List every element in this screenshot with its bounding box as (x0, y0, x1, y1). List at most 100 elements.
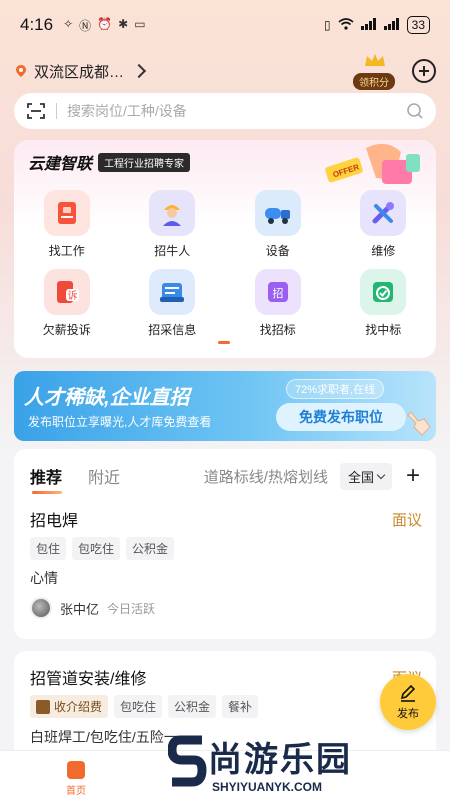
watermark-logo (168, 735, 207, 787)
service-grid: 找工作 招牛人 设备 维修 诉 欠薪投诉 招采信息 招 找招标 找中标 (14, 190, 436, 338)
job-tag-accent-label: 收介绍费 (54, 700, 103, 714)
brand-row: 云建智联 工程行业招聘专家 (28, 150, 191, 174)
job-title[interactable]: 招电焊 (30, 507, 78, 531)
service-equipment[interactable]: 设备 (225, 190, 331, 259)
chevron-down-icon (376, 470, 386, 479)
search-icon[interactable] (406, 102, 424, 120)
service-find-bidding[interactable]: 招 找招标 (225, 269, 331, 338)
service-label: 招牛人 (154, 244, 191, 258)
signal-icon-2 (383, 17, 400, 33)
banner-title: 人才稀缺,企业直招 (24, 387, 190, 409)
job-tag-accent: 收介绍费 (30, 695, 109, 718)
service-card: 云建智联 工程行业招聘专家 OFFER 找工作 招牛人 设备 维修 诉 欠薪投诉… (14, 140, 436, 358)
nav-home-label: 首页 (66, 786, 86, 797)
job-description: 心情 (30, 570, 58, 586)
service-procurement[interactable]: 招采信息 (120, 269, 226, 338)
job-tag: 餐补 (222, 695, 259, 718)
service-label: 招采信息 (148, 323, 197, 337)
status-right-icons: ▯ 33 (324, 16, 430, 34)
job-description: 白班焊工/包吃住/五险一 (30, 729, 178, 745)
service-find-job[interactable]: 找工作 (14, 190, 120, 259)
status-bar: 4:16 ✧ Ⓝ ⏰ ✱ ▭ ▯ 33 (0, 0, 450, 50)
location-text[interactable]: 双流区成都… (34, 61, 124, 82)
wifi-icon (338, 17, 354, 33)
tab-nearby[interactable]: 附近 (88, 464, 120, 488)
banner-subtitle: 发布职位立享曝光,人才库免费查看 (28, 415, 212, 429)
service-label: 找中标 (365, 323, 402, 337)
job-tag: 包住 (30, 537, 67, 560)
worker-icon (149, 190, 196, 236)
avatar (30, 597, 52, 619)
add-circle-icon[interactable] (412, 59, 436, 83)
pointing-hand-icon (407, 411, 431, 436)
region-select[interactable]: 全国 (339, 462, 392, 490)
search-input[interactable] (67, 103, 406, 119)
job-feed-panel: 推荐 附近 道路标线/热熔划线 全国 + 招电焊 面议 包住 包吃住 公积金 心… (14, 449, 436, 639)
points-button[interactable]: 领积分 (353, 52, 395, 90)
feed-tabs: 推荐 附近 道路标线/热熔划线 全国 + (14, 449, 436, 503)
pencil-icon (400, 684, 416, 702)
home-icon (67, 761, 85, 779)
alarm-icon: ⏰ (97, 16, 113, 31)
region-value: 全国 (347, 469, 374, 485)
briefcase-icon (43, 190, 90, 236)
poster-activity: 今日活跃 (107, 601, 156, 616)
bluetooth-icon: ✱ (118, 16, 129, 31)
job-poster[interactable]: 张中亿 今日活跃 (30, 597, 155, 619)
bidding-glyph: 招 (272, 286, 283, 300)
crown-icon (365, 54, 385, 66)
truck-icon (254, 190, 301, 236)
sparkle-icon: ✧ (63, 16, 74, 31)
complaint-icon: 诉 (43, 269, 90, 315)
job-tag: 包吃住 (114, 695, 163, 718)
vibrate-icon: ▯ (324, 18, 331, 32)
service-repair[interactable]: 维修 (331, 190, 437, 259)
scan-icon[interactable] (26, 102, 46, 120)
add-icon[interactable]: + (406, 464, 420, 488)
service-find-award[interactable]: 找中标 (331, 269, 437, 338)
nfc-icon: Ⓝ (79, 18, 92, 33)
job-tags: 收介绍费 包吃住 公积金 餐补 (30, 695, 259, 718)
publish-label: 发布 (397, 708, 419, 720)
job-title[interactable]: 招管道安装/维修 (30, 665, 146, 689)
publish-button[interactable]: 发布 (380, 674, 436, 730)
service-wage-complaint[interactable]: 诉 欠薪投诉 (14, 269, 120, 338)
fee-badge-icon (36, 699, 50, 714)
brand-tag: 工程行业招聘专家 (98, 152, 191, 172)
job-salary: 面议 (391, 512, 422, 529)
service-hire-talent[interactable]: 招牛人 (120, 190, 226, 259)
nav-home[interactable]: 首页 (56, 761, 96, 797)
status-time: 4:16 (20, 15, 54, 34)
award-icon (360, 269, 407, 315)
watermark: 尚游乐园 SHYIYUANYK.COM (168, 728, 450, 800)
status-notification-icons: ✧ Ⓝ ⏰ ✱ ▭ (63, 17, 145, 34)
job-tags: 包住 包吃住 公积金 (30, 537, 175, 560)
service-label: 欠薪投诉 (42, 323, 91, 337)
promo-banner[interactable]: 人才稀缺,企业直招 发布职位立享曝光,人才库免费查看 72%求职者,在线 免费发… (14, 371, 436, 441)
service-label: 找招标 (259, 323, 296, 337)
procurement-icon (149, 269, 196, 315)
battery-indicator: 33 (406, 16, 430, 34)
offer-illustration: OFFER (325, 143, 420, 184)
category-filter[interactable]: 道路标线/热熔划线 (204, 466, 328, 487)
brand-name: 云建智联 (28, 156, 93, 173)
signal-icon (360, 17, 377, 33)
service-label: 设备 (265, 244, 290, 258)
search-bar[interactable] (14, 93, 436, 129)
tab-recommended[interactable]: 推荐 (30, 464, 63, 494)
poster-name: 张中亿 (60, 601, 100, 617)
service-label: 维修 (371, 244, 396, 258)
wrench-icon (360, 190, 407, 236)
watermark-text: 尚游乐园 (208, 741, 352, 779)
job-tag: 公积金 (168, 695, 217, 718)
location-row: 双流区成都… 领积分 (14, 54, 436, 90)
post-job-free-button[interactable]: 免费发布职位 (276, 403, 406, 431)
job-tag: 包吃住 (72, 537, 121, 560)
search-divider (56, 103, 57, 119)
page-indicator (218, 341, 230, 344)
service-label: 找工作 (48, 244, 85, 258)
bidding-icon: 招 (254, 269, 301, 315)
chevron-right-icon[interactable] (131, 63, 147, 79)
points-label: 领积分 (353, 73, 395, 90)
job-tag: 公积金 (126, 537, 175, 560)
